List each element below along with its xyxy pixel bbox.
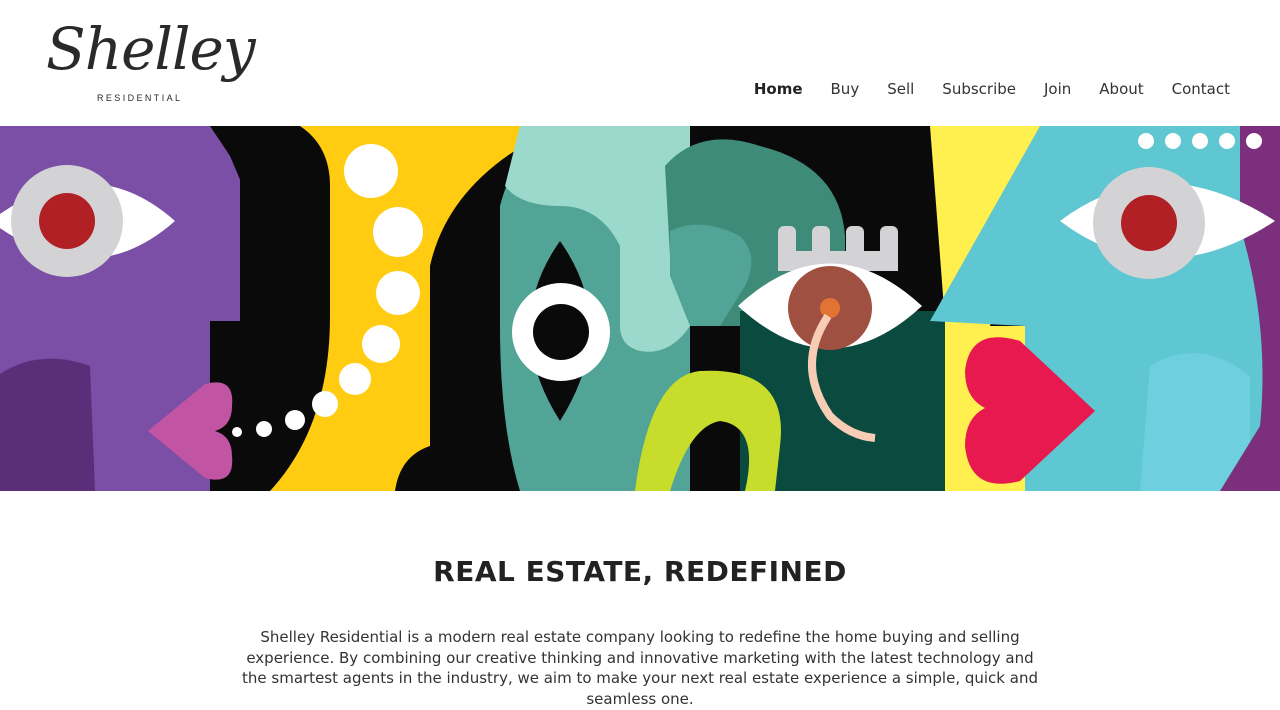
intro-body: Shelley Residential is a modern real est… — [242, 628, 1038, 708]
nav-contact[interactable]: Contact — [1172, 78, 1230, 100]
nav-sell[interactable]: Sell — [887, 78, 914, 100]
nav-subscribe[interactable]: Subscribe — [942, 78, 1016, 100]
intro-heading: REAL ESTATE, REDEFINED — [433, 555, 847, 588]
nav-buy[interactable]: Buy — [831, 78, 860, 100]
nav-home[interactable]: Home — [754, 78, 803, 100]
nav-about[interactable]: About — [1099, 78, 1143, 100]
main-nav: Home Buy Sell Subscribe Join About Conta… — [726, 78, 1230, 100]
hero-banner — [0, 126, 1280, 491]
nav-join[interactable]: Join — [1044, 78, 1071, 100]
logo-script: Shelley — [46, 15, 256, 83]
logo-subtitle: RESIDENTIAL — [97, 93, 183, 103]
site-header: Shelley RESIDENTIAL Home Buy Sell Subscr… — [0, 0, 1280, 126]
brand-logo[interactable]: Shelley RESIDENTIAL — [46, 14, 256, 106]
intro-section: REAL ESTATE, REDEFINED Shelley Residenti… — [0, 491, 1280, 710]
hero-illustration — [0, 126, 1280, 491]
